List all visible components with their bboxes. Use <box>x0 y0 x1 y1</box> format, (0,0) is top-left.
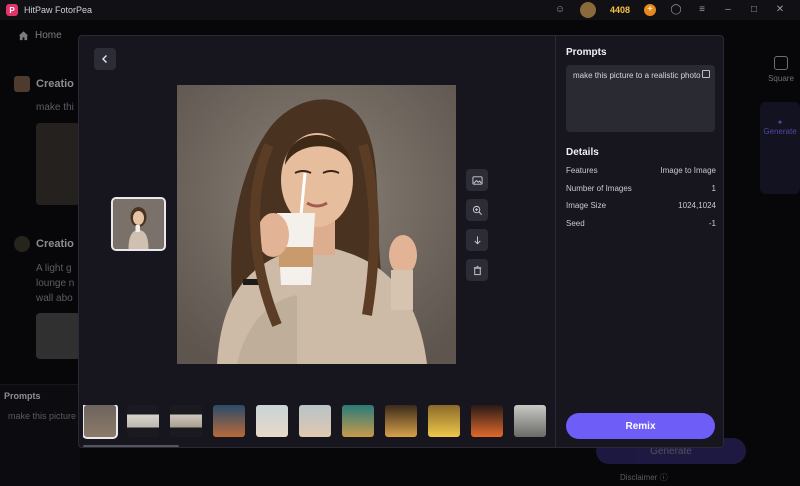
strip-thumbnail[interactable] <box>83 405 118 439</box>
source-thumbnail[interactable] <box>111 197 166 251</box>
remix-button[interactable]: Remix <box>566 413 715 439</box>
strip-thumbnail[interactable] <box>428 405 460 437</box>
menu-icon[interactable]: ≡ <box>696 4 708 16</box>
prompt-text: make this picture to a realistic photo <box>573 71 701 80</box>
image-icon <box>471 175 483 185</box>
download-icon <box>473 235 481 244</box>
app-title: HitPaw FotorPea <box>24 5 93 15</box>
detail-row-number-of-images: Number of Images 1 <box>566 184 716 193</box>
woman-drinking-coffee-image <box>177 85 456 364</box>
thumbnail-strip <box>83 405 551 443</box>
generated-image <box>177 85 456 364</box>
copy-icon[interactable] <box>702 70 710 78</box>
close-icon[interactable]: ✕ <box>774 4 786 16</box>
add-coins-button[interactable]: + <box>644 4 656 16</box>
strip-thumbnail[interactable] <box>342 405 374 437</box>
download-button[interactable] <box>466 229 488 251</box>
delete-button[interactable] <box>466 259 488 281</box>
strip-thumbnail[interactable] <box>213 405 245 437</box>
set-as-reference-button[interactable] <box>466 169 488 191</box>
strip-thumbnail[interactable] <box>299 405 331 437</box>
title-bar-controls: ☺ 4408 + ◯ ≡ – □ ✕ <box>554 0 800 20</box>
coin-balance: 4408 <box>609 5 630 15</box>
gamepad-icon[interactable]: ☺ <box>554 4 566 16</box>
zoom-button[interactable] <box>466 199 488 221</box>
maximize-icon[interactable]: □ <box>748 4 760 16</box>
image-toolbar <box>466 169 488 289</box>
detail-row-features: Features Image to Image <box>566 166 716 175</box>
back-button[interactable] <box>94 48 116 70</box>
prompts-title: Prompts <box>566 47 607 58</box>
strip-thumbnail[interactable] <box>127 405 159 437</box>
detail-row-seed: Seed -1 <box>566 219 716 228</box>
detail-row-image-size: Image Size 1024,1024 <box>566 201 716 210</box>
zoom-in-icon <box>472 205 482 215</box>
app-logo-icon: P <box>6 4 18 16</box>
chevron-left-icon <box>102 55 107 63</box>
minimize-icon[interactable]: – <box>722 4 734 16</box>
prompt-box: make this picture to a realistic photo <box>566 65 715 132</box>
strip-thumbnail[interactable] <box>170 405 202 437</box>
woman-portrait-thumb-image <box>113 199 164 249</box>
details-title: Details <box>566 147 599 158</box>
strip-thumbnail[interactable] <box>256 405 288 437</box>
strip-thumbnail[interactable] <box>471 405 503 437</box>
strip-scrollbar[interactable] <box>83 445 179 447</box>
trash-icon <box>473 265 481 275</box>
title-bar: P HitPaw FotorPea ☺ 4408 + ◯ ≡ – □ ✕ <box>0 0 800 20</box>
user-icon[interactable]: ◯ <box>670 4 682 16</box>
strip-thumbnail[interactable] <box>514 405 546 437</box>
info-panel: Prompts make this picture to a realistic… <box>555 36 723 447</box>
strip-thumbnail[interactable] <box>385 405 417 437</box>
coin-avatar-icon <box>579 2 596 18</box>
image-detail-modal: Prompts make this picture to a realistic… <box>78 35 724 448</box>
